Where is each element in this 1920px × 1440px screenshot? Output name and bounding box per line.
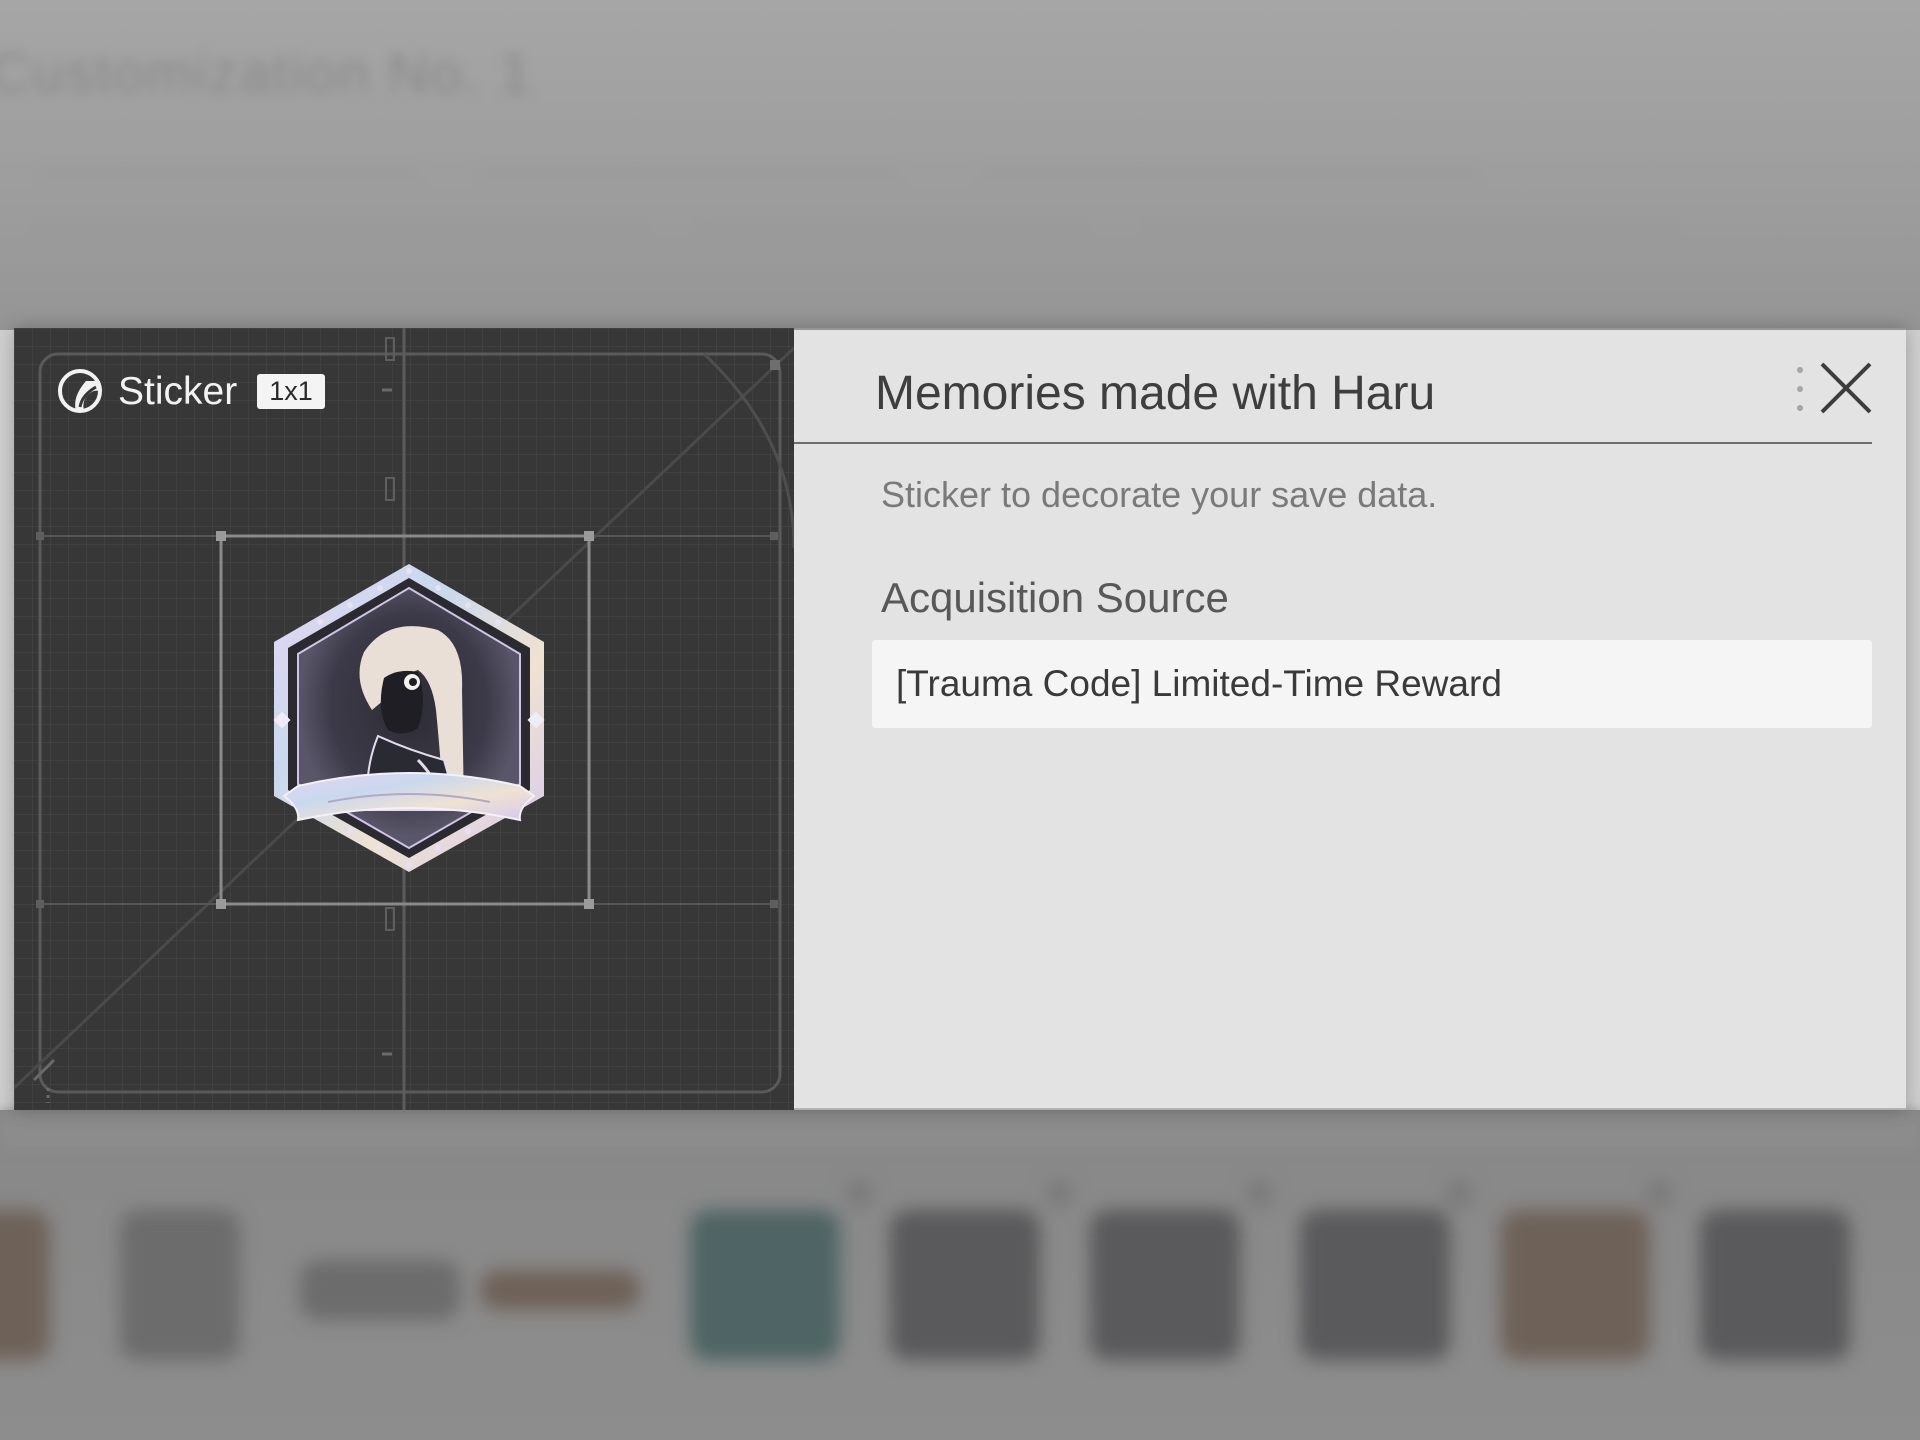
size-badge: 1x1 xyxy=(257,373,325,409)
item-detail-dialog: Sticker 1x1 Memories made with Haru Stic… xyxy=(14,328,1906,1110)
vertical-dots-icon xyxy=(1797,367,1803,411)
close-icon xyxy=(1820,362,1872,414)
sticker-icon xyxy=(58,369,102,413)
background-item-grid xyxy=(0,1150,1920,1390)
item-kind-label: Sticker xyxy=(118,369,238,413)
sticker-preview-pane: Sticker 1x1 xyxy=(14,328,794,1110)
background-screen-top: Customization No. 1 xyxy=(0,0,1920,330)
haru-sticker-image xyxy=(273,564,545,872)
item-kind-row: Sticker 1x1 xyxy=(56,364,325,418)
item-description: Sticker to decorate your save data. xyxy=(881,474,1438,515)
title-divider xyxy=(794,442,1872,444)
background-rows xyxy=(0,150,1920,290)
item-info-pane: Memories made with Haru Sticker to decor… xyxy=(794,330,1906,1108)
close-button[interactable] xyxy=(1816,358,1876,418)
background-divider xyxy=(0,1110,1920,1150)
background-screen-title: Customization No. 1 xyxy=(0,41,533,104)
item-title: Memories made with Haru xyxy=(875,367,1436,420)
acquisition-source-box: [Trauma Code] Limited-Time Reward xyxy=(872,640,1872,728)
acquisition-source-heading: Acquisition Source xyxy=(881,574,1229,621)
acquisition-source-text: [Trauma Code] Limited-Time Reward xyxy=(896,663,1502,704)
